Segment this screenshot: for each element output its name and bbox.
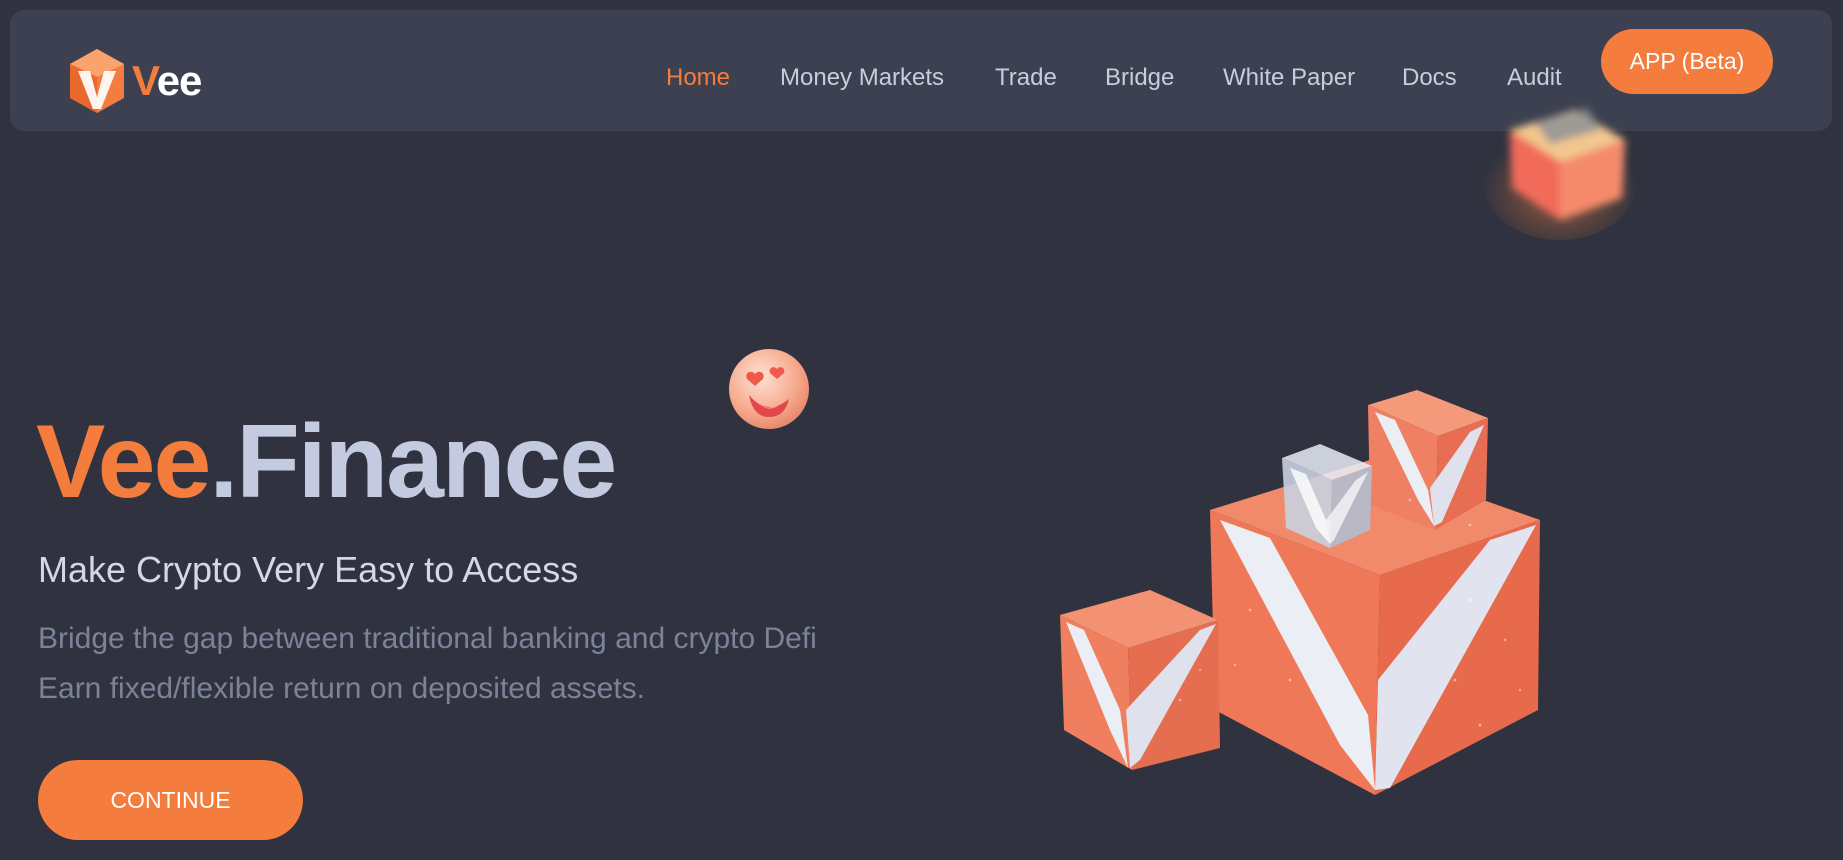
nav-docs[interactable]: Docs <box>1402 64 1457 92</box>
nav-white-paper[interactable]: White Paper <box>1223 64 1355 92</box>
hero-description-line-1: Bridge the gap between traditional banki… <box>38 622 817 655</box>
page: Vee Home Money Markets Trade Bridge Whit… <box>0 0 1843 860</box>
hero-subtitle: Make Crypto Very Easy to Access <box>38 549 579 590</box>
continue-button[interactable]: CONTINUE <box>38 760 303 840</box>
hero-title-brand: Vee <box>36 404 211 520</box>
hero-description-line-2: Earn fixed/flexible return on deposited … <box>38 672 646 705</box>
orange-v-cubes-illustration <box>1060 390 1540 795</box>
nav-bridge[interactable]: Bridge <box>1105 64 1174 92</box>
logo[interactable]: Vee <box>68 46 202 116</box>
heart-eyes-emoji-ball-icon <box>729 349 809 429</box>
hero-title: Vee.Finance <box>36 410 617 514</box>
vee-hexagon-logo-icon <box>70 49 124 113</box>
logo-text: Vee <box>132 57 202 104</box>
nav-trade[interactable]: Trade <box>995 64 1057 92</box>
nav-money-markets[interactable]: Money Markets <box>780 64 944 92</box>
nav-home[interactable]: Home <box>666 64 730 92</box>
hero-title-rest: .Finance <box>209 404 617 520</box>
floating-orange-cube-icon <box>1482 108 1638 240</box>
app-beta-button[interactable]: APP (Beta) <box>1601 29 1773 94</box>
